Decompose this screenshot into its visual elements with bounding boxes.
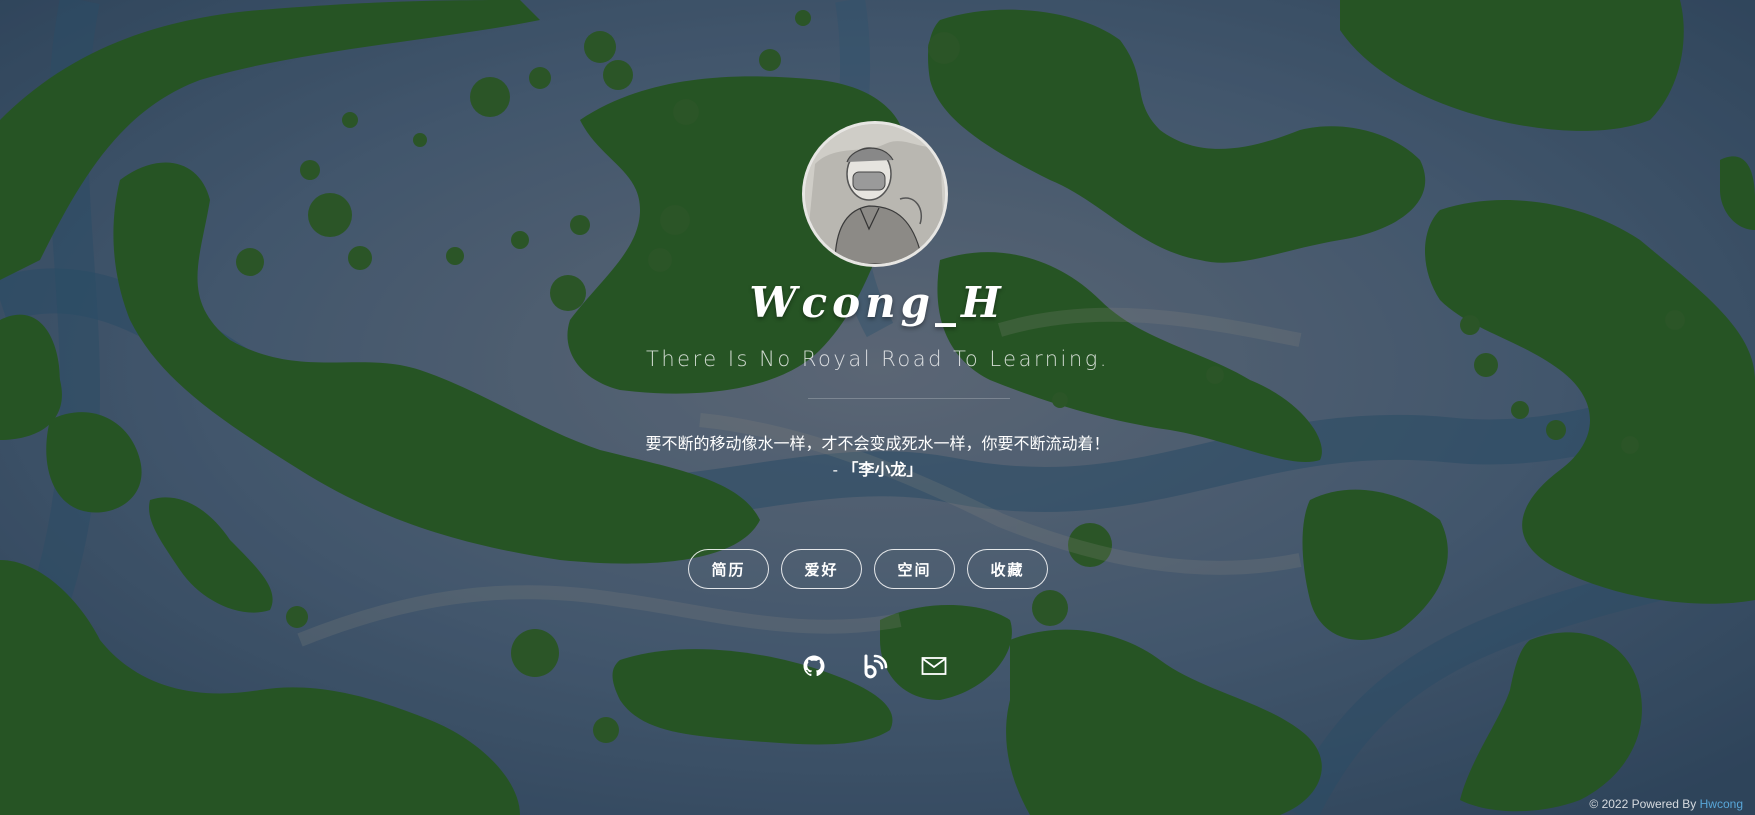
footer-text: © 2022 Powered By: [1589, 797, 1700, 811]
github-icon[interactable]: [800, 652, 828, 680]
divider: [808, 398, 1010, 399]
footer: © 2022 Powered By Hwcong: [1589, 797, 1743, 811]
avatar-portrait-icon: [805, 124, 945, 264]
quote-text: 要不断的移动像水一样，才不会变成死水一样，你要不断流动着！: [645, 436, 1110, 453]
hobbies-button[interactable]: 爱好: [781, 549, 862, 589]
quote: 要不断的移动像水一样，才不会变成死水一样，你要不断流动着！ - 「李小龙」: [0, 432, 1755, 484]
quote-author: 「李小龙」: [842, 462, 923, 479]
nav-buttons: 简历 爱好 空间 收藏: [688, 549, 1048, 589]
space-button[interactable]: 空间: [874, 549, 955, 589]
motto: There Is No Royal Road To Learning.: [646, 347, 1109, 371]
social-links: [800, 652, 948, 680]
blog-icon[interactable]: [860, 652, 888, 680]
favorites-button[interactable]: 收藏: [967, 549, 1048, 589]
quote-author-line: - 「李小龙」: [0, 458, 1755, 484]
profile-card: Wcong_H There Is No Royal Road To Learni…: [0, 0, 1755, 815]
footer-link[interactable]: Hwcong: [1700, 797, 1743, 811]
quote-prefix: -: [832, 462, 843, 479]
site-name: Wcong_H: [749, 278, 1006, 327]
avatar[interactable]: [802, 121, 948, 267]
mail-icon[interactable]: [920, 652, 948, 680]
resume-button[interactable]: 简历: [688, 549, 769, 589]
